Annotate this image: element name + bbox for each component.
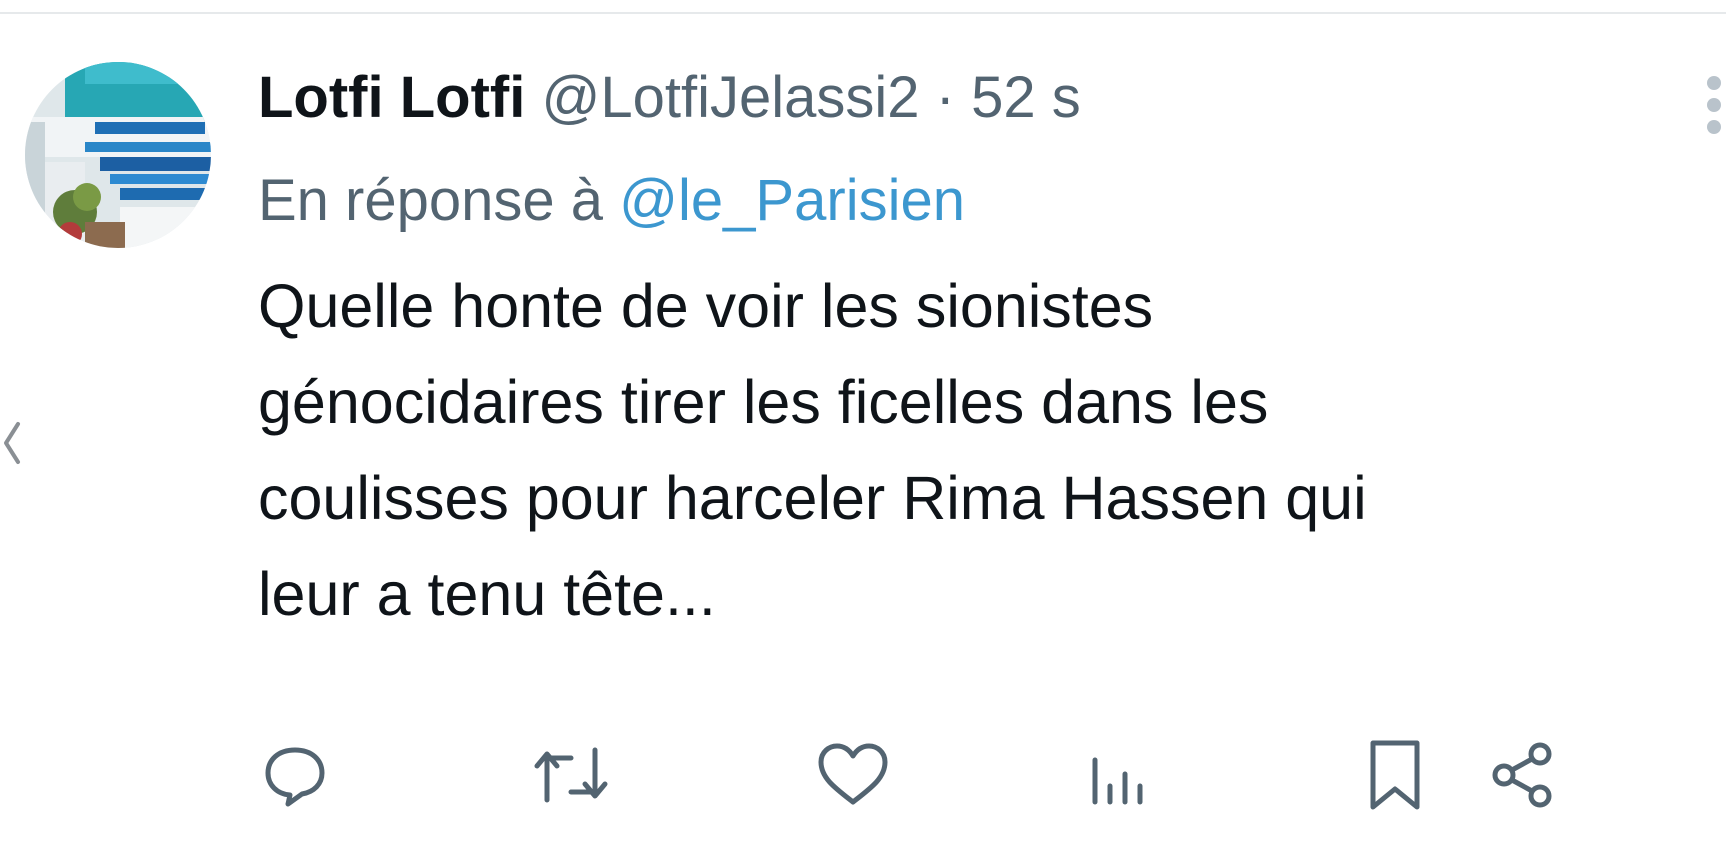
views-button[interactable] — [1073, 730, 1163, 820]
tweet-view: Lotfi Lotfi @LotfiJelassi2 · 52 s En rép… — [0, 0, 1726, 856]
like-icon — [815, 740, 891, 810]
reply-prefix: En réponse à — [258, 168, 604, 233]
retweet-button[interactable] — [526, 730, 616, 820]
tweet-text: Quelle honte de voir les sionistes génoc… — [258, 258, 1698, 642]
bookmark-icon — [1365, 737, 1425, 813]
reply-button[interactable] — [250, 730, 340, 820]
retweet-icon — [531, 740, 611, 810]
reply-context: En réponse à @le_Parisien — [258, 164, 965, 238]
share-button[interactable] — [1478, 730, 1568, 820]
tweet-header: Lotfi Lotfi @LotfiJelassi2 · 52 s — [258, 58, 1081, 138]
reply-mention-link[interactable]: @le_Parisien — [619, 168, 965, 233]
views-icon — [1083, 740, 1153, 810]
tweet-text-line: leur a tenu tête... — [258, 560, 716, 628]
tweet-text-line: Quelle honte de voir les sionistes — [258, 272, 1154, 340]
back-chevron-icon[interactable] — [0, 418, 24, 468]
avatar[interactable] — [25, 62, 211, 248]
reply-icon — [260, 740, 330, 810]
tweet-actions-bar — [258, 730, 1726, 820]
bookmark-button[interactable] — [1350, 730, 1440, 820]
top-divider — [0, 12, 1726, 14]
share-icon — [1490, 740, 1556, 810]
user-handle[interactable]: @LotfiJelassi2 — [541, 65, 919, 130]
more-options-icon[interactable] — [1692, 75, 1726, 145]
tweet-text-line: génocidaires tirer les ficelles dans les — [258, 368, 1269, 436]
like-button[interactable] — [808, 730, 898, 820]
tweet-text-line: coulisses pour harceler Rima Hassen qui — [258, 464, 1367, 532]
timestamp[interactable]: 52 s — [971, 65, 1081, 130]
separator: · — [935, 65, 955, 130]
display-name[interactable]: Lotfi Lotfi — [258, 65, 525, 130]
